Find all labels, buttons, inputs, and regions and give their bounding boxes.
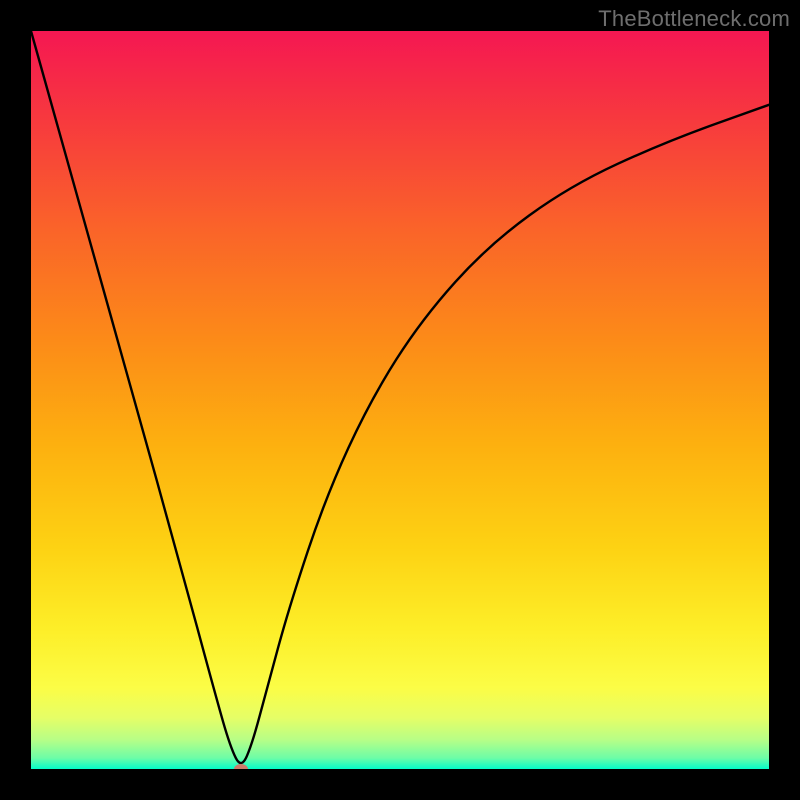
plot-area	[31, 31, 769, 769]
optimal-point-marker	[234, 764, 248, 769]
bottleneck-curve	[31, 31, 769, 769]
watermark-text: TheBottleneck.com	[598, 6, 790, 32]
